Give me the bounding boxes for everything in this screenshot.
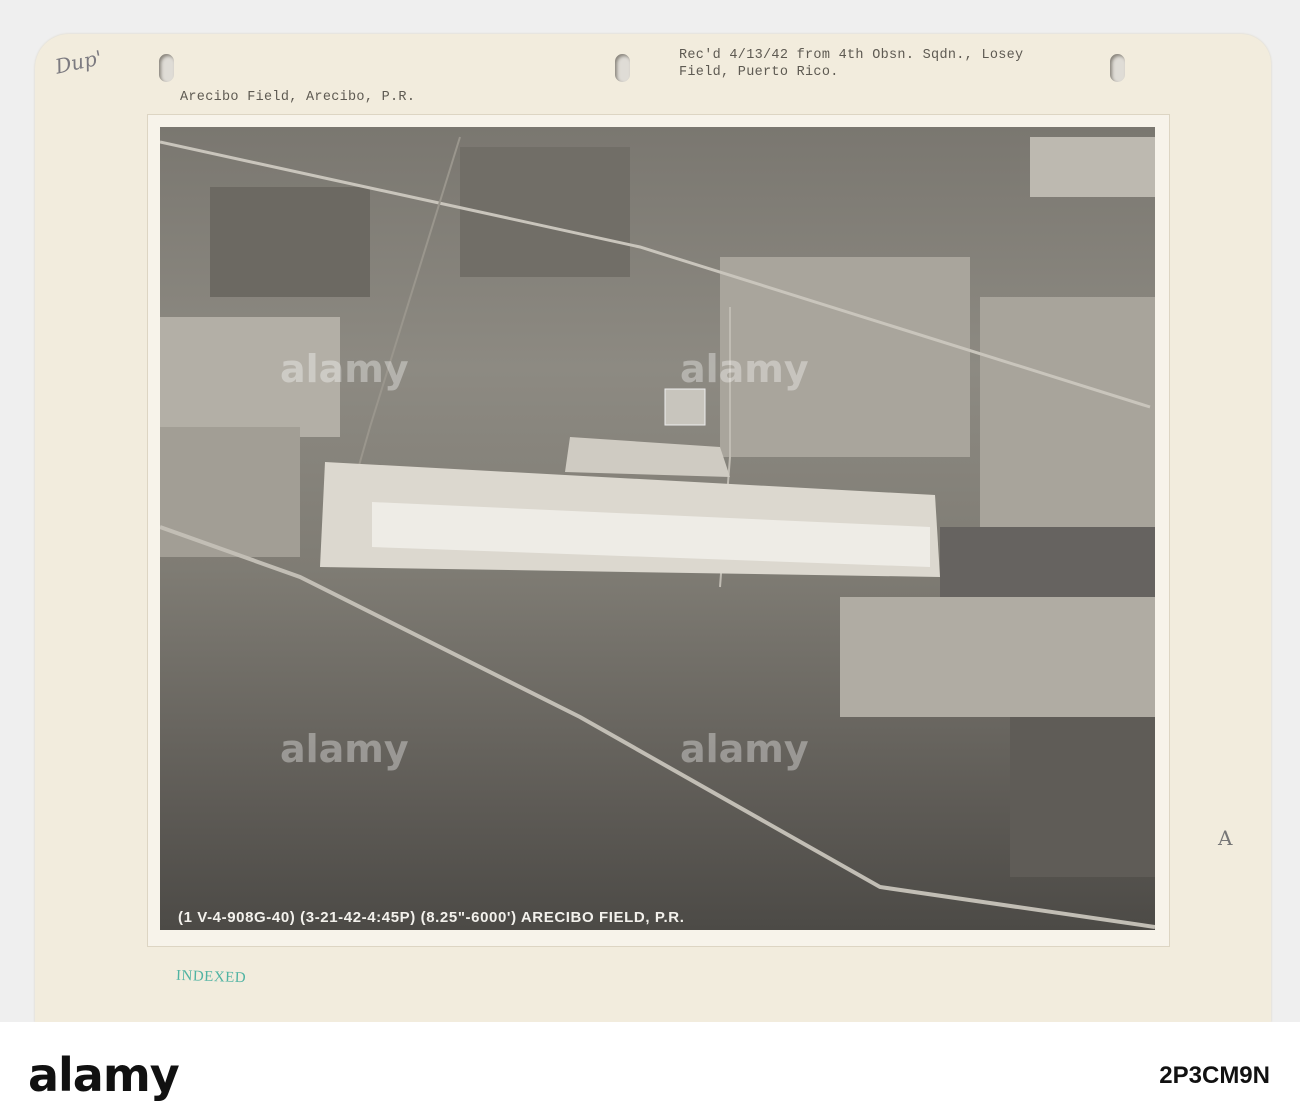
reservoir bbox=[664, 388, 706, 426]
watermark: alamy bbox=[280, 727, 409, 771]
field bbox=[840, 597, 1155, 717]
punch-hole bbox=[159, 54, 174, 82]
aerial-photo: alamy alamy alamy alamy (1 V-4-908G-40) … bbox=[160, 127, 1155, 930]
dark-field bbox=[210, 187, 370, 297]
alamy-logo[interactable]: alamy bbox=[28, 1048, 180, 1102]
aerial-landscape bbox=[160, 136, 1155, 929]
field bbox=[980, 297, 1155, 527]
watermark: alamy bbox=[680, 347, 809, 391]
field bbox=[1030, 137, 1155, 197]
watermark: alamy bbox=[280, 347, 409, 391]
received-note-line1: Rec'd 4/13/42 from 4th Obsn. Sqdn., Lose… bbox=[679, 48, 1024, 63]
indexed-stamp: INDEXED bbox=[175, 967, 247, 987]
dark-field bbox=[1010, 717, 1155, 877]
handwritten-margin-mark: A bbox=[1218, 826, 1233, 850]
location-label: Arecibo Field, Arecibo, P.R. bbox=[180, 90, 416, 105]
received-note-line2: Field, Puerto Rico. bbox=[679, 65, 839, 80]
punch-hole bbox=[615, 54, 630, 82]
watermark: alamy bbox=[680, 727, 809, 771]
photo-caption: (1 V-4-908G-40) (3-21-42-4:45P) (8.25"-6… bbox=[178, 909, 685, 926]
punch-hole bbox=[1110, 54, 1125, 82]
hangar-area bbox=[565, 437, 730, 477]
field bbox=[160, 427, 300, 557]
image-id: 2P3CM9N bbox=[1159, 1062, 1270, 1089]
footer-bar: alamy 2P3CM9N bbox=[0, 1022, 1300, 1112]
